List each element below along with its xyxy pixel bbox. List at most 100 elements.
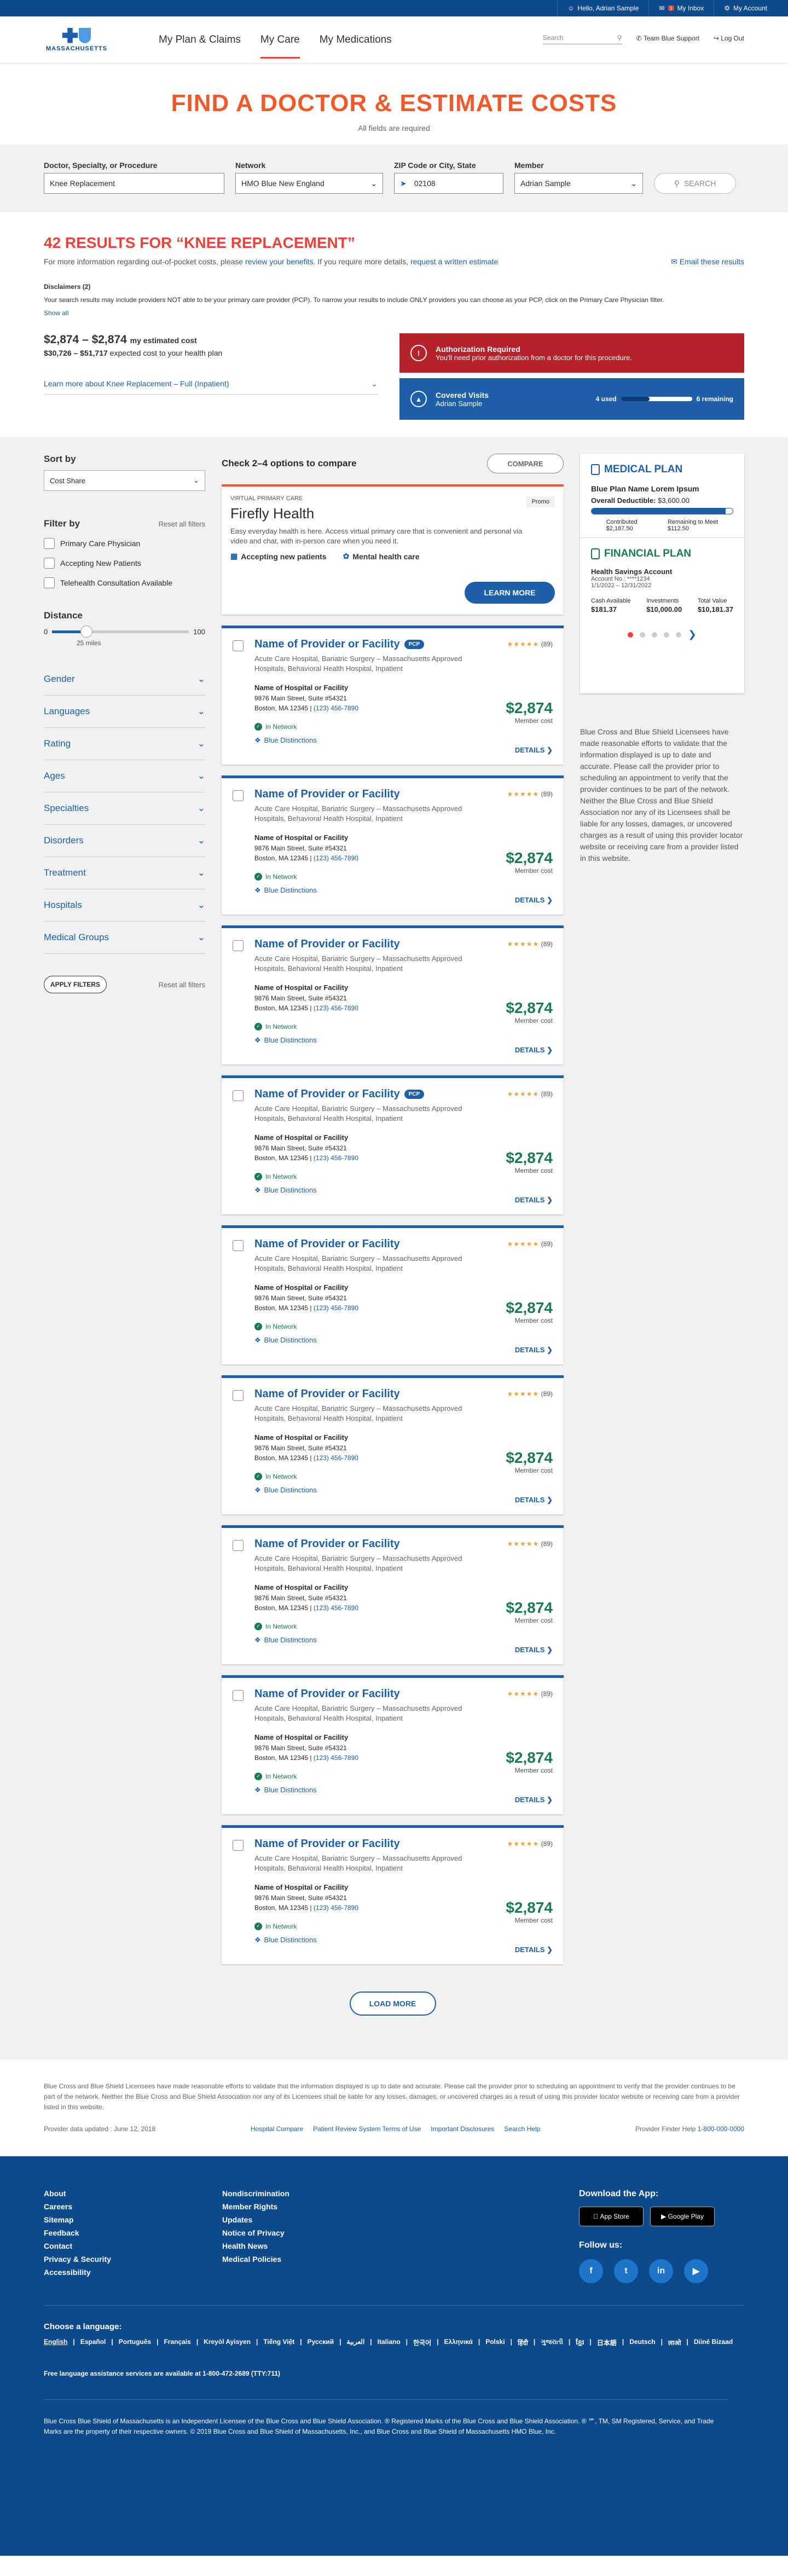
distance-track[interactable] bbox=[52, 626, 189, 638]
blue-distinctions-link[interactable]: ❖ Blue Distinctions bbox=[254, 1336, 553, 1345]
phone-link[interactable]: (123) 456-7890 bbox=[314, 854, 358, 862]
blue-distinctions-link[interactable]: ❖ Blue Distinctions bbox=[254, 1636, 553, 1645]
pager-dot[interactable] bbox=[628, 632, 634, 638]
provider-name-link[interactable]: Name of Provider or Facility bbox=[254, 1388, 400, 1400]
checkbox[interactable] bbox=[44, 538, 55, 549]
filter-accordion[interactable]: Specialties ⌄ bbox=[44, 792, 205, 825]
blue-distinctions-link[interactable]: ❖ Blue Distinctions bbox=[254, 1036, 553, 1045]
phone-link[interactable]: (123) 456-7890 bbox=[314, 704, 358, 712]
language-link[interactable]: Deutsch bbox=[629, 2338, 655, 2348]
footer-link[interactable]: Privacy & Security bbox=[44, 2255, 222, 2264]
provider-name-link[interactable]: Name of Provider or Facility bbox=[254, 1838, 400, 1850]
footer-link[interactable]: Feedback bbox=[44, 2228, 222, 2237]
written-estimate-link[interactable]: request a written estimate bbox=[410, 257, 498, 266]
provider-name-link[interactable]: Name of Provider or Facility bbox=[254, 638, 400, 651]
phone-link[interactable]: (123) 456-7890 bbox=[314, 1754, 358, 1762]
apply-filters-button[interactable]: APPLY FILTERS bbox=[44, 976, 107, 993]
footer-link[interactable]: Accessibility bbox=[44, 2268, 222, 2277]
details-link[interactable]: DETAILS ❯ bbox=[515, 746, 553, 755]
blue-distinctions-link[interactable]: ❖ Blue Distinctions bbox=[254, 886, 553, 895]
youtube-icon[interactable]: ▶ bbox=[684, 2259, 708, 2283]
compare-button[interactable]: COMPARE bbox=[487, 454, 564, 473]
nav-my-care[interactable]: My Care bbox=[260, 21, 300, 59]
provider-name-link[interactable]: Name of Provider or Facility bbox=[254, 788, 400, 801]
footer-link[interactable]: Contact bbox=[44, 2242, 222, 2250]
compare-checkbox[interactable] bbox=[233, 1540, 244, 1551]
filter-accordion[interactable]: Medical Groups ⌄ bbox=[44, 922, 205, 954]
footer-link[interactable]: Careers bbox=[44, 2202, 222, 2211]
provider-name-link[interactable]: Name of Provider or Facility bbox=[254, 1088, 400, 1101]
helpline-phone-link[interactable]: 1-800-000-0000 bbox=[698, 2125, 744, 2133]
blue-distinctions-link[interactable]: ❖ Blue Distinctions bbox=[254, 1786, 553, 1794]
review-benefits-link[interactable]: review your benefits bbox=[245, 257, 314, 266]
learn-more-button[interactable]: LEARN MORE bbox=[465, 582, 555, 604]
compare-checkbox[interactable] bbox=[233, 1690, 244, 1701]
bcbs-logo[interactable]: MASSACHUSETTS bbox=[44, 27, 109, 52]
footer-link[interactable]: Sitemap bbox=[44, 2215, 222, 2224]
twitter-icon[interactable]: t bbox=[614, 2259, 638, 2283]
phone-link[interactable]: (123) 456-7890 bbox=[314, 1004, 358, 1012]
blue-distinctions-link[interactable]: ❖ Blue Distinctions bbox=[254, 1486, 553, 1495]
language-link[interactable]: English bbox=[44, 2338, 67, 2348]
disclosures-link[interactable]: Important Disclosures bbox=[431, 2124, 494, 2134]
logout-link[interactable]: ↪ Log Out bbox=[714, 34, 744, 42]
distance-handle[interactable] bbox=[80, 626, 92, 638]
language-link[interactable]: लाओ bbox=[668, 2338, 681, 2348]
language-link[interactable]: ខ្មែរ bbox=[576, 2338, 584, 2348]
checkbox[interactable] bbox=[44, 577, 55, 588]
inbox-link[interactable]: ✉ 3 My Inbox bbox=[648, 0, 714, 16]
details-link[interactable]: DETAILS ❯ bbox=[515, 1796, 553, 1804]
zip-input[interactable]: ➤ 02108 bbox=[394, 173, 503, 194]
provider-name-link[interactable]: Name of Provider or Facility bbox=[254, 1688, 400, 1700]
blue-distinctions-link[interactable]: ❖ Blue Distinctions bbox=[254, 736, 553, 745]
learn-more-procedure[interactable]: Learn more about Knee Replacement – Full… bbox=[44, 357, 378, 395]
footer-link[interactable]: Member Rights bbox=[222, 2202, 401, 2211]
blue-distinctions-link[interactable]: ❖ Blue Distinctions bbox=[254, 1186, 553, 1195]
pager-dot[interactable] bbox=[640, 632, 646, 638]
details-link[interactable]: DETAILS ❯ bbox=[515, 1496, 553, 1504]
language-link[interactable]: Português bbox=[119, 2338, 151, 2348]
provider-name-link[interactable]: Name of Provider or Facility bbox=[254, 938, 400, 951]
language-link[interactable]: Pусский bbox=[308, 2338, 334, 2348]
sort-select[interactable]: Cost Share ⌄ bbox=[44, 470, 205, 491]
details-link[interactable]: DETAILS ❯ bbox=[515, 1346, 553, 1354]
phone-link[interactable]: (123) 456-7890 bbox=[314, 1454, 358, 1462]
search-help-link[interactable]: Search Help bbox=[504, 2124, 540, 2134]
filter-accordion[interactable]: Hospitals ⌄ bbox=[44, 889, 205, 922]
app-store-badge[interactable]:  App Store bbox=[579, 2206, 644, 2226]
filter-accordion[interactable]: Languages ⌄ bbox=[44, 696, 205, 728]
terms-link[interactable]: Patient Review System Terms of Use bbox=[313, 2124, 421, 2134]
language-link[interactable]: العربية bbox=[346, 2338, 364, 2348]
language-link[interactable]: Diiné Bizaad bbox=[694, 2338, 733, 2348]
email-results-link[interactable]: ✉ Email these results bbox=[671, 257, 744, 267]
blue-distinctions-link[interactable]: ❖ Blue Distinctions bbox=[254, 1936, 553, 1944]
filter-accordion[interactable]: Treatment ⌄ bbox=[44, 857, 205, 889]
pager-dot[interactable] bbox=[664, 632, 670, 638]
reset-filters-link[interactable]: Reset all filters bbox=[159, 520, 205, 528]
pager-dot[interactable] bbox=[676, 632, 682, 638]
language-link[interactable]: हिंदी bbox=[518, 2338, 528, 2348]
chevron-right-icon[interactable]: ❯ bbox=[688, 629, 696, 640]
language-link[interactable]: Polski bbox=[485, 2338, 505, 2348]
load-more-button[interactable]: LOAD MORE bbox=[349, 1992, 436, 2016]
phone-link[interactable]: (123) 456-7890 bbox=[314, 1604, 358, 1612]
reset-filters-bottom-link[interactable]: Reset all filters bbox=[159, 981, 205, 989]
compare-checkbox[interactable] bbox=[233, 1390, 244, 1401]
compare-checkbox[interactable] bbox=[233, 1840, 244, 1851]
footer-link[interactable]: Notice of Privacy bbox=[222, 2228, 401, 2237]
provider-name-link[interactable]: Name of Provider or Facility bbox=[254, 1238, 400, 1251]
language-link[interactable]: Kreyòl Ayisyen bbox=[204, 2338, 251, 2348]
facebook-icon[interactable]: f bbox=[579, 2259, 603, 2283]
team-blue-support-link[interactable]: ✆ Team Blue Support bbox=[636, 34, 699, 42]
language-link[interactable]: Ελληνικά bbox=[444, 2338, 473, 2348]
compare-checkbox[interactable] bbox=[233, 1090, 244, 1101]
search-button[interactable]: ⚲ SEARCH bbox=[654, 173, 736, 194]
language-link[interactable]: Tiếng Việt bbox=[263, 2338, 294, 2348]
language-link[interactable]: ગુજરાતી bbox=[541, 2338, 563, 2348]
compare-checkbox[interactable] bbox=[233, 790, 244, 801]
filter-pcp[interactable]: Primary Care Physician bbox=[44, 538, 205, 549]
network-select[interactable]: HMO Blue New England ⌄ bbox=[235, 173, 383, 194]
details-link[interactable]: DETAILS ❯ bbox=[515, 1946, 553, 1954]
language-link[interactable]: 한국어 bbox=[413, 2338, 431, 2348]
google-play-badge[interactable]: ▶ Google Play bbox=[650, 2206, 715, 2226]
